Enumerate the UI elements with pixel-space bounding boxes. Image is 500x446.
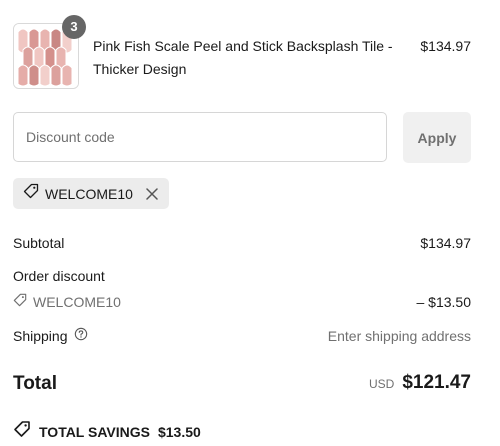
shipping-value: Enter shipping address [327, 328, 471, 344]
tag-icon [23, 183, 39, 204]
total-value-group: USD $121.47 [369, 372, 471, 394]
discount-code-input[interactable] [13, 112, 387, 162]
quantity-badge: 3 [62, 15, 86, 39]
subtotal-row: Subtotal $134.97 [13, 233, 471, 253]
apply-discount-button[interactable]: Apply [403, 112, 471, 163]
product-thumbnail-wrap: 3 [13, 15, 86, 89]
cart-line-item: 3 Pink Fish Scale Peel and Stick Backspl… [13, 15, 471, 93]
order-discount-row: Order discount [13, 266, 471, 286]
applied-code-label: WELCOME10 [45, 185, 133, 202]
subtotal-value: $134.97 [420, 235, 471, 251]
subtotal-label: Subtotal [13, 235, 65, 251]
savings-label: TOTAL SAVINGS [39, 423, 150, 440]
order-discount-label: Order discount [13, 268, 105, 284]
discount-code-row: WELCOME10 – $13.50 [13, 292, 471, 312]
total-label: Total [13, 373, 57, 394]
currency-code: USD [368, 377, 395, 391]
product-name: Pink Fish Scale Peel and Stick Backsplas… [93, 38, 393, 77]
shipping-row: Shipping Enter shipping address [13, 326, 471, 346]
applied-code-chip: WELCOME10 [13, 178, 169, 209]
savings-tag-icon [13, 420, 31, 443]
total-savings: TOTAL SAVINGS $13.50 [13, 420, 201, 443]
shipping-label: Shipping [13, 328, 68, 344]
product-price: $134.97 [420, 38, 471, 54]
help-circle-icon[interactable] [74, 326, 88, 346]
total-amount: $121.47 [402, 372, 471, 393]
tag-icon [13, 292, 27, 312]
discount-value: – $13.50 [416, 294, 472, 310]
close-icon[interactable] [145, 187, 159, 201]
savings-value: $13.50 [157, 423, 201, 440]
discount-code-name: WELCOME10 [33, 294, 121, 310]
